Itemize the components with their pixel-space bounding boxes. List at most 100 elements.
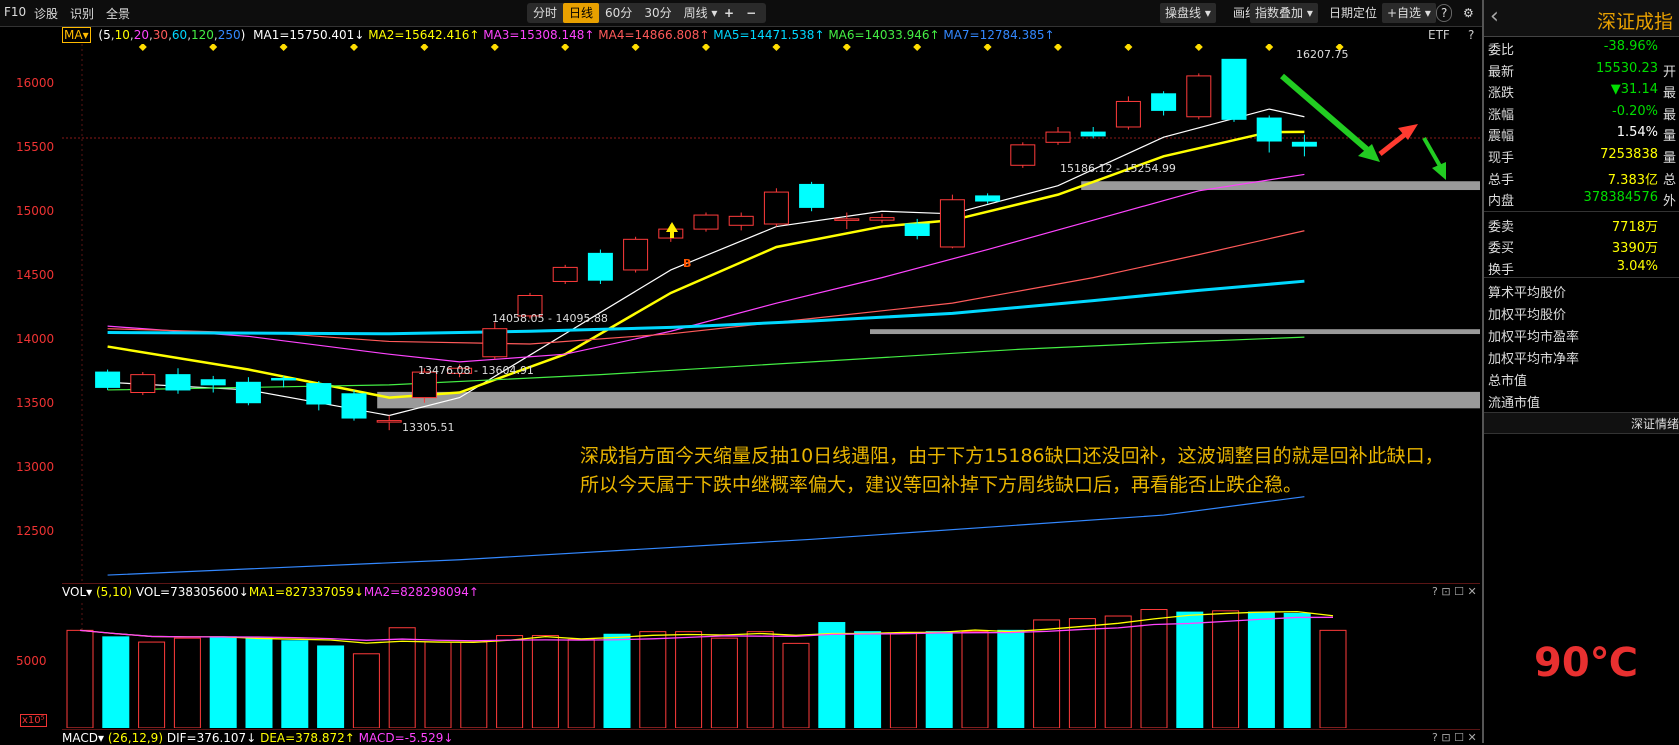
candle-body[interactable] — [1010, 144, 1036, 166]
link-arith-avg-price[interactable]: 算术平均股价 — [1488, 282, 1566, 301]
volume-bar[interactable] — [889, 632, 917, 728]
date-locate-button[interactable]: 日期定位 — [1324, 3, 1382, 23]
volume-bar[interactable] — [925, 631, 953, 728]
index-overlay-dropdown[interactable]: 指数叠加 ▾ — [1250, 3, 1318, 23]
candle-body[interactable] — [200, 379, 226, 386]
event-marker-icon[interactable] — [631, 44, 640, 51]
volume-bar[interactable] — [997, 629, 1025, 728]
volume-bar[interactable] — [531, 635, 559, 728]
volume-bar[interactable] — [281, 640, 309, 728]
event-marker-icon[interactable] — [913, 44, 922, 51]
candle-body[interactable] — [869, 217, 895, 221]
zoom-in-button[interactable]: + — [718, 3, 740, 23]
candlestick-chart[interactable] — [62, 44, 1480, 584]
volume-bar[interactable] — [1104, 615, 1132, 728]
event-marker-icon[interactable] — [702, 44, 710, 51]
panorama-button[interactable]: 全景 — [106, 5, 130, 22]
diagnose-button[interactable]: 诊股 — [34, 5, 58, 22]
candle-body[interactable] — [904, 223, 930, 236]
vol-help-icon[interactable]: ? — [1432, 585, 1438, 598]
candle-body[interactable] — [1080, 131, 1106, 137]
event-marker-icon[interactable] — [983, 44, 992, 51]
volume-bar[interactable] — [245, 637, 273, 728]
macd-maximize-icon[interactable]: ☐ — [1454, 731, 1464, 744]
macd-help-icon[interactable]: ? — [1432, 731, 1438, 744]
link-weighted-avg-price[interactable]: 加权平均股价 — [1488, 304, 1566, 323]
volume-chart[interactable] — [62, 603, 1480, 728]
candle-body[interactable] — [1291, 141, 1317, 147]
tab-60min[interactable]: 60分 — [599, 3, 638, 23]
volume-bar[interactable] — [388, 627, 416, 728]
vol-restore-icon[interactable]: ⊡ — [1441, 585, 1450, 598]
vol-selector[interactable]: VOL▾ — [62, 585, 92, 599]
tab-daily[interactable]: 日线 — [563, 3, 600, 23]
event-marker-icon[interactable] — [209, 44, 218, 51]
candle-body[interactable] — [799, 183, 825, 208]
vol-maximize-icon[interactable]: ☐ — [1454, 585, 1464, 598]
volume-bar[interactable] — [1212, 610, 1240, 728]
f10-button[interactable]: F10 — [4, 5, 26, 19]
candle-body[interactable] — [975, 195, 1001, 202]
event-marker-icon[interactable] — [138, 44, 147, 51]
candle-body[interactable] — [482, 328, 508, 358]
tab-intraday[interactable]: 分时 — [527, 3, 563, 23]
tab-30min[interactable]: 30分 — [638, 3, 677, 23]
candle-body[interactable] — [1115, 100, 1141, 128]
back-chevron-icon[interactable]: ‹ — [1490, 4, 1499, 29]
candle-body[interactable] — [1151, 93, 1177, 111]
volume-bar[interactable] — [317, 645, 345, 728]
tab-weekly-dropdown[interactable]: 周线 ▾ — [678, 3, 724, 23]
candle-body[interactable] — [165, 374, 191, 391]
volume-bar[interactable] — [1319, 629, 1347, 728]
candle-body[interactable] — [306, 383, 332, 405]
volume-bar[interactable] — [818, 622, 846, 728]
volume-bar[interactable] — [352, 653, 380, 728]
volume-bar[interactable] — [66, 629, 94, 728]
volume-bar[interactable] — [138, 641, 166, 728]
zoom-out-button[interactable]: − — [740, 3, 762, 23]
volume-bar[interactable] — [1068, 618, 1096, 728]
candle-body[interactable] — [939, 199, 965, 248]
candle-body[interactable] — [623, 238, 649, 271]
candle-body[interactable] — [552, 266, 578, 282]
volume-bar[interactable] — [102, 636, 130, 728]
etf-button[interactable]: ETF — [1428, 28, 1450, 42]
volume-bar[interactable] — [1140, 609, 1168, 728]
link-total-market-cap[interactable]: 总市值 — [1488, 370, 1527, 389]
volume-bar[interactable] — [675, 631, 703, 728]
candle-body[interactable] — [235, 381, 261, 404]
candle-body[interactable] — [728, 215, 754, 226]
event-marker-icon[interactable] — [1124, 44, 1133, 51]
trading-line-dropdown[interactable]: 操盘线 ▾ — [1160, 3, 1216, 23]
volume-bar[interactable] — [1176, 611, 1204, 728]
event-marker-icon[interactable] — [279, 44, 288, 51]
candle-body[interactable] — [271, 377, 297, 381]
link-weighted-pb[interactable]: 加权平均市净率 — [1488, 348, 1579, 367]
candle-body[interactable] — [1221, 58, 1247, 120]
event-marker-icon[interactable] — [490, 44, 499, 51]
volume-bar[interactable] — [1247, 611, 1275, 728]
volume-bar[interactable] — [746, 631, 774, 728]
candle-body[interactable] — [341, 393, 367, 419]
event-marker-icon[interactable] — [842, 44, 851, 51]
volume-bar[interactable] — [961, 631, 989, 728]
volume-bar[interactable] — [854, 631, 882, 728]
candle-body[interactable] — [95, 371, 121, 388]
ma-help-icon[interactable]: ? — [1468, 28, 1474, 42]
volume-bar[interactable] — [639, 631, 667, 728]
volume-bar[interactable] — [496, 635, 524, 728]
volume-bar[interactable] — [209, 636, 237, 728]
event-marker-icon[interactable] — [420, 44, 429, 51]
help-icon[interactable]: ? — [1436, 4, 1453, 22]
candle-body[interactable] — [693, 214, 719, 230]
volume-bar[interactable] — [424, 641, 452, 728]
volume-bar[interactable] — [460, 641, 488, 728]
event-marker-icon[interactable] — [1054, 44, 1062, 51]
volume-bar[interactable] — [710, 637, 738, 728]
volume-bar[interactable] — [1283, 612, 1311, 728]
volume-bar[interactable] — [567, 638, 595, 728]
identify-button[interactable]: 识别 — [70, 5, 94, 22]
candle-body[interactable] — [834, 218, 860, 221]
candle-body[interactable] — [763, 191, 789, 225]
add-watchlist-dropdown[interactable]: +自选 ▾ — [1382, 3, 1436, 23]
